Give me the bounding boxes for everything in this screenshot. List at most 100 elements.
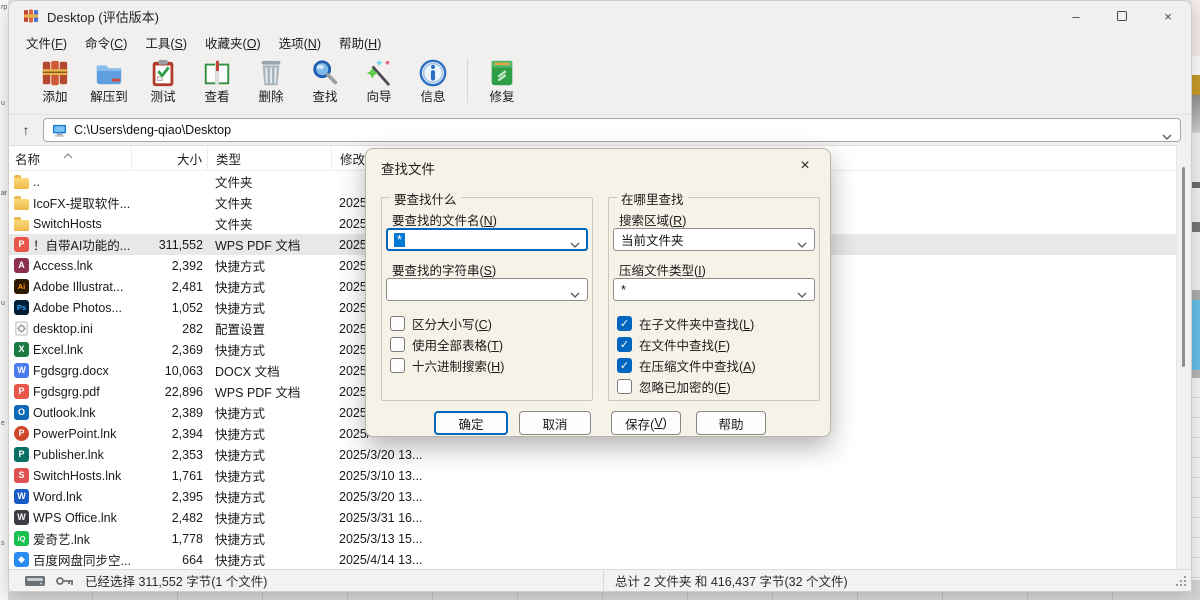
toolbar-button-label: 删除: [258, 90, 283, 104]
excel-icon: X: [13, 339, 30, 360]
file-name: Adobe Illustrat...: [33, 276, 131, 297]
ini-icon: [13, 318, 30, 339]
column-header-type[interactable]: 类型: [207, 146, 331, 171]
checkbox-row[interactable]: 十六进制搜索(H): [390, 356, 504, 374]
checkbox-unchecked-icon[interactable]: [390, 358, 405, 373]
add-archive-icon: [39, 57, 71, 89]
archive-type-combobox[interactable]: *: [613, 278, 815, 301]
file-size: 2,369: [131, 339, 203, 360]
table-row[interactable]: PPublisher.lnk2,353快捷方式2025/3/20 13...: [9, 444, 1177, 465]
file-date: 2025/4/14 13...: [339, 549, 559, 570]
resize-grip[interactable]: [1174, 574, 1187, 587]
file-size: 2,481: [131, 276, 203, 297]
file-size: 2,389: [131, 402, 203, 423]
toolbar-button-find[interactable]: 查找: [298, 57, 352, 104]
wps-office-icon: W: [13, 507, 30, 528]
file-size: [131, 171, 203, 192]
word-icon: W: [13, 486, 30, 507]
baidu-netdisk-icon: ◆: [13, 549, 30, 570]
table-row[interactable]: WWord.lnk2,395快捷方式2025/3/20 13...: [9, 486, 1177, 507]
toolbar-separator: [467, 59, 468, 103]
checkbox-unchecked-icon[interactable]: [617, 379, 632, 394]
search-area-value: 当前文件夹: [621, 230, 684, 249]
toolbar-button-repair[interactable]: 修复: [475, 57, 529, 104]
toolbar-button-view-file[interactable]: 查看: [190, 57, 244, 104]
file-size: 282: [131, 318, 203, 339]
file-type: 快捷方式: [215, 507, 331, 528]
toolbar-button-delete[interactable]: 删除: [244, 57, 298, 104]
checkbox-row[interactable]: ✓ 在文件中查找(F): [617, 335, 730, 353]
chevron-down-icon[interactable]: [797, 287, 807, 293]
table-row[interactable]: SSwitchHosts.lnk1,761快捷方式2025/3/10 13...: [9, 465, 1177, 486]
menu-item-4[interactable]: 选项(N): [270, 31, 330, 54]
checkbox-row[interactable]: 忽略已加密的(E): [617, 377, 731, 395]
checkbox-checked-icon[interactable]: ✓: [617, 358, 632, 373]
filename-combobox[interactable]: *: [386, 228, 588, 251]
minimize-icon[interactable]: –: [1053, 1, 1099, 31]
address-combobox[interactable]: C:\Users\deng-qiao\Desktop: [43, 118, 1181, 142]
checkbox-row[interactable]: 使用全部表格(T): [390, 335, 503, 353]
search-area-combobox[interactable]: 当前文件夹: [613, 228, 815, 251]
checkbox-checked-icon[interactable]: ✓: [617, 337, 632, 352]
file-date: 2025/3/20 13...: [339, 486, 559, 507]
toolbar-button-label: 修复: [489, 90, 514, 104]
maximize-icon[interactable]: [1099, 1, 1145, 31]
menu-item-3[interactable]: 收藏夹(O): [196, 31, 270, 54]
checkbox-unchecked-icon[interactable]: [390, 337, 405, 352]
checkbox-label: 使用全部表格(T): [412, 335, 503, 354]
file-date: 2025/3/10 13...: [339, 465, 559, 486]
checkbox-row[interactable]: 区分大小写(C): [390, 314, 492, 332]
save-button[interactable]: 保存(V): [611, 411, 681, 435]
file-name: SwitchHosts.lnk: [33, 465, 131, 486]
file-name: Publisher.lnk: [33, 444, 131, 465]
toolbar-button-label: 查找: [312, 90, 337, 104]
scrollbar-thumb[interactable]: [1182, 167, 1185, 367]
toolbar-button-label: 添加: [42, 90, 67, 104]
ok-button[interactable]: 确定: [434, 411, 508, 435]
file-name: SwitchHosts: [33, 213, 131, 234]
file-type: 文件夹: [215, 192, 331, 213]
file-size: [131, 192, 203, 213]
file-size: 1,761: [131, 465, 203, 486]
file-type: 文件夹: [215, 171, 331, 192]
toolbar-button-test-archive[interactable]: 测试: [136, 57, 190, 104]
chevron-down-icon[interactable]: [570, 287, 580, 293]
help-button[interactable]: 帮助: [696, 411, 766, 435]
checkbox-row[interactable]: ✓在子文件夹中查找(L): [617, 314, 754, 332]
table-row[interactable]: ◆百度网盘同步空...664快捷方式2025/4/14 13...: [9, 549, 1177, 570]
file-type: 快捷方式: [215, 402, 331, 423]
up-arrow-icon[interactable]: ↑: [9, 122, 43, 138]
toolbar-button-info[interactable]: 信息: [406, 57, 460, 104]
menu-item-0[interactable]: 文件(F): [17, 31, 76, 54]
table-row[interactable]: iQ爱奇艺.lnk1,778快捷方式2025/3/13 15...: [9, 528, 1177, 549]
access-icon: A: [13, 255, 30, 276]
cancel-button[interactable]: 取消: [519, 411, 591, 435]
folder-icon: [13, 213, 30, 234]
checkbox-label: 忽略已加密的(E): [639, 377, 731, 396]
address-bar: ↑ C:\Users\deng-qiao\Desktop: [9, 115, 1191, 145]
checkbox-unchecked-icon[interactable]: [390, 316, 405, 331]
close-icon[interactable]: ×: [790, 153, 820, 179]
menu-item-1[interactable]: 命令(C): [76, 31, 136, 54]
toolbar-button-wizard[interactable]: 向导: [352, 57, 406, 104]
checkbox-row[interactable]: ✓在压缩文件中查找(A): [617, 356, 756, 374]
wizard-icon: [363, 57, 395, 89]
table-row[interactable]: WWPS Office.lnk2,482快捷方式2025/3/31 16...: [9, 507, 1177, 528]
close-icon[interactable]: ×: [1145, 1, 1191, 31]
chevron-down-icon[interactable]: [797, 237, 807, 243]
file-name: Excel.lnk: [33, 339, 131, 360]
file-name: Outlook.lnk: [33, 402, 131, 423]
checkbox-checked-icon[interactable]: ✓: [617, 316, 632, 331]
toolbar-button-extract-to[interactable]: 解压到: [82, 57, 136, 104]
menu-item-5[interactable]: 帮助(H): [330, 31, 390, 54]
chevron-down-icon[interactable]: [1162, 127, 1172, 133]
filename-label: 要查找的文件名(N): [392, 210, 497, 229]
toolbar-button-add-archive[interactable]: 添加: [28, 57, 82, 104]
checkbox-label: 在文件中查找(F): [639, 335, 730, 354]
column-header-size[interactable]: 大小: [131, 146, 207, 171]
docx-icon: W: [13, 360, 30, 381]
chevron-down-icon[interactable]: [570, 237, 580, 243]
search-string-combobox[interactable]: [386, 278, 588, 301]
menu-item-2[interactable]: 工具(S): [136, 31, 196, 54]
search-string-label: 要查找的字符串(S): [392, 260, 496, 279]
